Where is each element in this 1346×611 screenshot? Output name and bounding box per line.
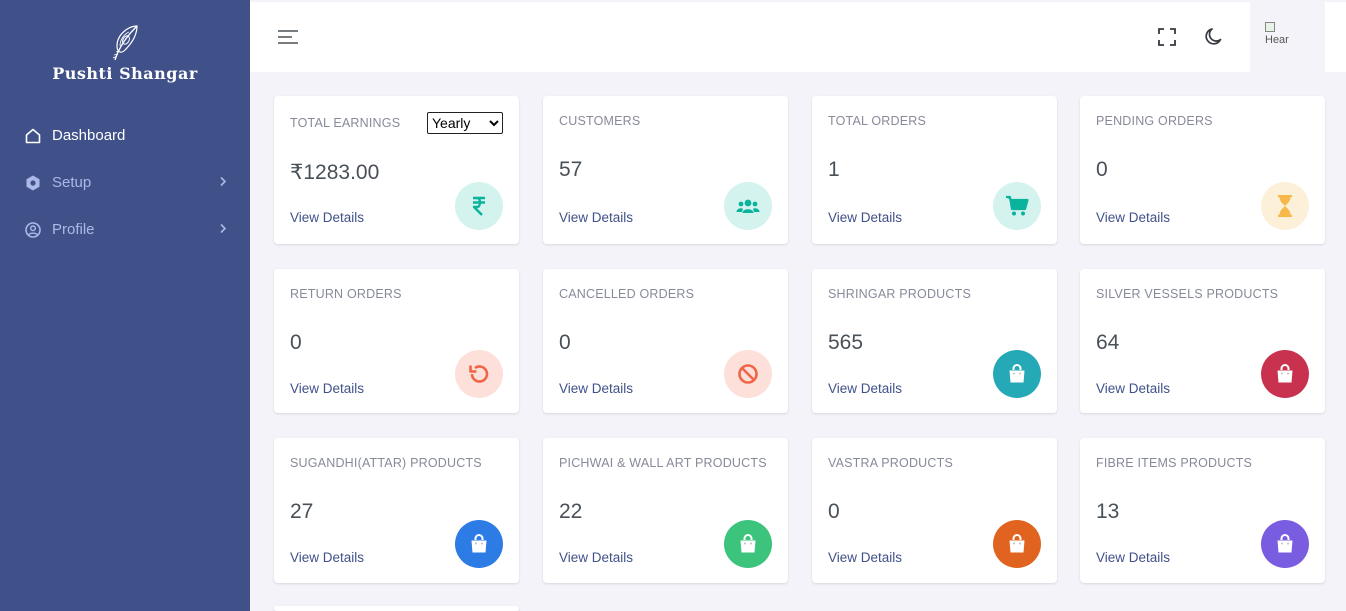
view-details-link[interactable]: View Details: [290, 381, 364, 396]
stat-label: PENDING ORDERS: [1096, 114, 1213, 128]
stat-value: 0: [290, 331, 302, 354]
cart-icon: [993, 182, 1041, 230]
view-details-link[interactable]: View Details: [559, 210, 633, 225]
view-details-link[interactable]: View Details: [1096, 210, 1170, 225]
stat-value: 22: [559, 500, 583, 523]
sidebar-nav: Dashboard Setup Profile: [0, 112, 250, 253]
sidebar-item-label: Setup: [52, 174, 92, 191]
home-icon: [24, 127, 42, 145]
avatar: Hear: [1265, 22, 1299, 56]
stat-card-cancelled-orders: CANCELLED ORDERS 0 View Details: [543, 269, 788, 413]
view-details-link[interactable]: View Details: [290, 550, 364, 565]
rupee-icon: [455, 182, 503, 230]
dark-mode-moon-icon[interactable]: [1203, 26, 1225, 48]
stat-value: 57: [559, 158, 583, 181]
view-details-link[interactable]: View Details: [1096, 550, 1170, 565]
shopping-bag-icon: [993, 350, 1041, 398]
stat-card-total-orders: TOTAL ORDERS 1 View Details: [812, 96, 1057, 244]
stat-card-pending-orders: PENDING ORDERS 0 View Details: [1080, 96, 1325, 244]
brand-name: Pushti Shangar: [52, 64, 198, 83]
shopping-bag-icon: [1261, 520, 1309, 568]
view-details-link[interactable]: View Details: [828, 210, 902, 225]
users-icon: [724, 182, 772, 230]
stat-label: VASTRA PRODUCTS: [828, 456, 954, 470]
stat-value: 0: [559, 331, 571, 354]
stat-card-pichwai-wall-art-products: PICHWAI & WALL ART PRODUCTS 22 View Detail…: [543, 438, 788, 583]
stat-card-sugandhi-attar-products: SUGANDHI(ATTAR) PRODUCTS 27 View Details: [274, 438, 519, 583]
menu-toggle-icon[interactable]: [277, 27, 299, 47]
view-details-link[interactable]: View Details: [828, 381, 902, 396]
stat-value: 1: [828, 158, 840, 181]
stat-label: SILVER VESSELS PRODUCTS: [1096, 287, 1279, 301]
stat-label: CUSTOMERS: [559, 114, 641, 128]
topbar: Hear: [250, 2, 1346, 72]
peacock-feather-logo-icon: [112, 25, 138, 61]
chevron-right-icon: [218, 174, 228, 191]
stat-value: ₹1283.00: [290, 161, 380, 184]
brand-logo[interactable]: Pushti Shangar: [0, 22, 250, 83]
stat-label: TOTAL ORDERS: [828, 114, 927, 128]
user-dropdown[interactable]: Hear: [1250, 2, 1325, 72]
hourglass-icon: [1261, 182, 1309, 230]
stat-value: 27: [290, 500, 314, 523]
stat-value: 64: [1096, 331, 1120, 354]
period-filter-select[interactable]: Yearly: [427, 112, 503, 134]
view-details-link[interactable]: View Details: [828, 550, 902, 565]
user-circle-icon: [24, 221, 42, 239]
stat-label: PICHWAI & WALL ART PRODUCTS: [559, 456, 767, 470]
stat-label: TOTAL EARNINGS: [290, 116, 401, 130]
stat-card-return-orders: RETURN ORDERS 0 View Details: [274, 269, 519, 413]
stat-card-total-earnings: TOTAL EARNINGS Yearly ₹1283.00 View Details: [274, 96, 519, 244]
stat-value: 565: [828, 331, 864, 354]
chevron-right-icon: [218, 221, 228, 238]
stat-value: 13: [1096, 500, 1120, 523]
stat-card-shringar-products: SHRINGAR PRODUCTS 565 View Details: [812, 269, 1057, 413]
stat-label: CANCELLED ORDERS: [559, 287, 695, 301]
stat-label: SHRINGAR PRODUCTS: [828, 287, 971, 301]
stat-label: FIBRE ITEMS PRODUCTS: [1096, 456, 1253, 470]
stat-card-silver-vessels-products: SILVER VESSELS PRODUCTS 64 View Details: [1080, 269, 1325, 413]
avatar-alt-text: Hear: [1265, 34, 1289, 46]
sidebar-item-setup[interactable]: Setup: [0, 159, 250, 206]
stat-label: RETURN ORDERS: [290, 287, 402, 301]
view-details-link[interactable]: View Details: [559, 550, 633, 565]
view-details-link[interactable]: View Details: [1096, 381, 1170, 396]
fullscreen-icon[interactable]: [1156, 26, 1178, 48]
shopping-bag-icon: [724, 520, 772, 568]
stat-card-customers: CUSTOMERS 57 View Details: [543, 96, 788, 244]
stat-value: 0: [1096, 158, 1108, 181]
shopping-bag-icon: [455, 520, 503, 568]
stat-card-vastra-products: VASTRA PRODUCTS 0 View Details: [812, 438, 1057, 583]
sidebar: Pushti Shangar Dashboard Setup Profile: [0, 0, 250, 611]
hexagon-icon: [24, 174, 42, 192]
sidebar-item-label: Dashboard: [52, 127, 126, 144]
view-details-link[interactable]: View Details: [290, 210, 364, 225]
stat-card-fibre-items-products: FIBRE ITEMS PRODUCTS 13 View Details: [1080, 438, 1325, 583]
stat-label: SUGANDHI(ATTAR) PRODUCTS: [290, 456, 482, 470]
broken-image-icon: [1265, 22, 1275, 32]
stat-card-partial: [274, 606, 519, 611]
shopping-bag-icon: [993, 520, 1041, 568]
sidebar-item-profile[interactable]: Profile: [0, 206, 250, 253]
sidebar-item-dashboard[interactable]: Dashboard: [0, 112, 250, 159]
ban-icon: [724, 350, 772, 398]
shopping-bag-icon: [1261, 350, 1309, 398]
sidebar-item-label: Profile: [52, 221, 95, 238]
undo-icon: [455, 350, 503, 398]
view-details-link[interactable]: View Details: [559, 381, 633, 396]
stat-value: 0: [828, 500, 840, 523]
